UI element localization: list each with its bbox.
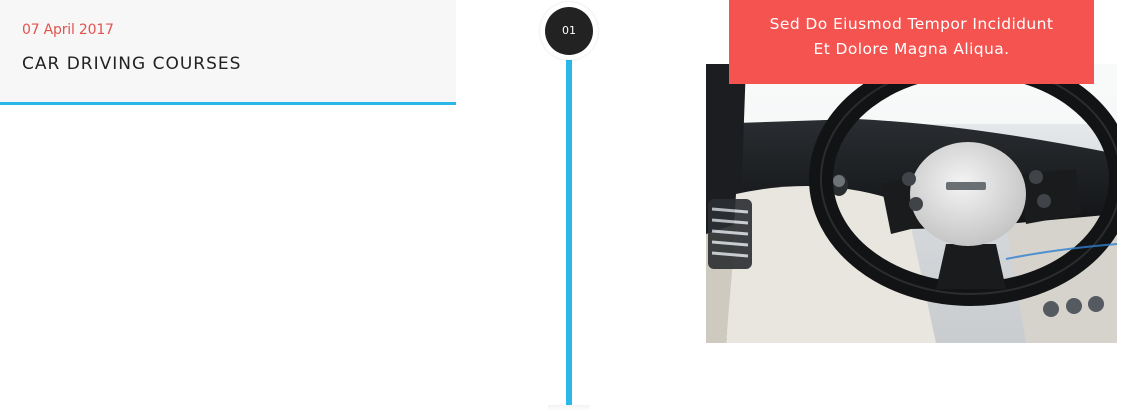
event-date: 07 April 2017 (22, 22, 114, 38)
caption-line-1: Sed Do Eiusmod Tempor Incididunt (769, 15, 1054, 33)
air-vent (708, 199, 752, 269)
timeline-node: 01 (540, 2, 598, 60)
caption-box: Sed Do Eiusmod Tempor Incididunt Et Dolo… (729, 0, 1094, 84)
caption-line-2: Et Dolore Magna Aliqua. (813, 40, 1010, 58)
event-card: 07 April 2017 CAR DRIVING COURSES (0, 0, 456, 105)
timeline-node-label: 01 (545, 7, 593, 55)
timeline-line (566, 40, 572, 411)
steering-wheel-photo-icon (706, 64, 1117, 343)
event-photo (706, 64, 1117, 343)
timeline-end (548, 405, 590, 411)
event-title[interactable]: CAR DRIVING COURSES (22, 54, 241, 74)
